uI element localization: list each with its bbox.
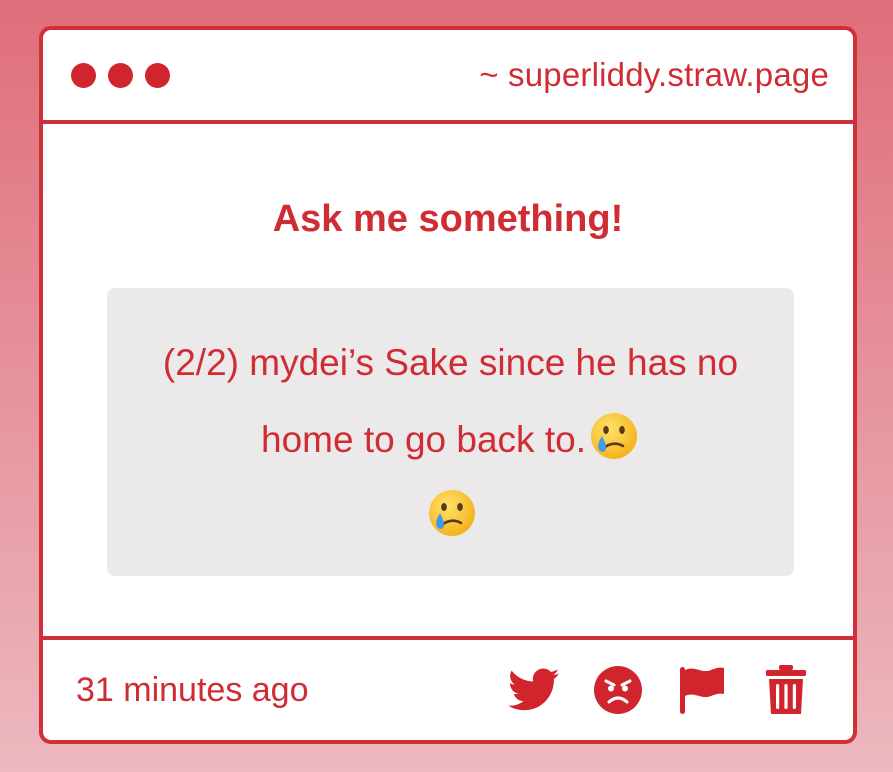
angry-react-button[interactable] — [591, 663, 645, 717]
window-dot-icon[interactable] — [71, 62, 96, 88]
window-dot-icon[interactable] — [108, 62, 133, 88]
card-footer: 31 minutes ago — [43, 636, 853, 740]
url-label: ~ superliddy.straw.page — [479, 56, 829, 93]
question-text: (2/2) mydei’s Sake since he has no home … — [162, 342, 739, 460]
window-dot-icon[interactable] — [145, 62, 170, 88]
flag-icon — [680, 667, 724, 714]
crying-face-icon — [428, 490, 475, 536]
twitter-share-button[interactable] — [507, 663, 561, 717]
page-title: Ask me something! — [272, 198, 624, 240]
browser-window: ~ superliddy.straw.page Ask me something… — [39, 26, 857, 744]
delete-button[interactable] — [759, 663, 813, 717]
angry-face-icon — [594, 666, 642, 714]
timestamp: 31 minutes ago — [76, 670, 309, 709]
action-bar — [507, 663, 813, 717]
title-bar: ~ superliddy.straw.page — [43, 30, 853, 124]
twitter-icon — [508, 668, 560, 711]
question-card: Ask me something! (2/2) mydei’s Sake sin… — [43, 124, 853, 636]
window-controls — [71, 62, 170, 88]
trash-icon — [766, 665, 806, 714]
crying-face-icon — [590, 413, 637, 459]
question-box: (2/2) mydei’s Sake since he has no home … — [107, 288, 794, 576]
report-button[interactable] — [675, 663, 729, 717]
